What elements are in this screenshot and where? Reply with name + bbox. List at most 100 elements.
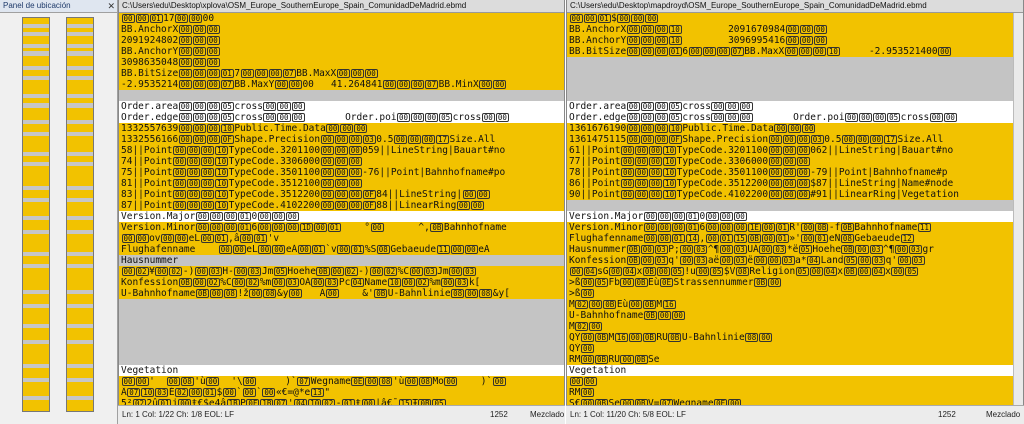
left-line[interactable] [119, 90, 564, 101]
left-line[interactable]: Vegetation [119, 365, 564, 376]
right-line[interactable]: Version.Minor 00 00 00 01 6 00 00 00 1E 00 01 R' 00 0B… [567, 222, 1023, 233]
left-line[interactable] [119, 321, 564, 332]
left-line[interactable]: 00 00 ov 00 00 eL 00 01 ,â 00 01'v [119, 233, 564, 244]
left-line[interactable] [119, 310, 564, 321]
left-line[interactable]: 00 02 ¥00 02 -) 00 03 H- 00 03 Jm 05 Hoehe 0B 00 02 -) 00… [119, 266, 564, 277]
right-file-content[interactable]: 00 00 01 $00 00 00 BB.AnchorX 00 00 00 10 20916709… [567, 13, 1023, 405]
right-line[interactable]: 78||Point 00 00 00 10 TypeCode.3501100 00 00 00-… [567, 167, 1023, 178]
left-line[interactable] [119, 343, 564, 354]
left-line[interactable]: -2.9535214 00 00 00 07 BB.MaxY 00 00 00 41.26484… [119, 79, 564, 90]
left-line[interactable]: BB.BitSize 00 00 00 01 7 00 00 00 07 BB.MaxX 00 00 00 [119, 68, 564, 79]
right-line[interactable]: 90||Point 00 00 00 10 TypeCode.4102200 00 00 00 #… [567, 189, 1023, 200]
right-line[interactable]: Order.area 00 00 00 05 cross 00 00 00 [567, 101, 1023, 112]
left-line[interactable]: 2091924802 00 00 00 [119, 35, 564, 46]
left-line[interactable]: Â 07 10 03 É 02 00 01 $00 ` 00 ` 00 «€=@*e 13 " [119, 387, 564, 398]
control-byte-box: 04 [871, 267, 885, 276]
control-byte-box: 05 [439, 113, 453, 122]
left-line[interactable]: 58||Point 00 00 00 10 TypeCode.3201100 00 00 00 0… [119, 145, 564, 156]
difference-band [67, 268, 93, 290]
right-line[interactable]: QÝ 00 [567, 343, 1023, 354]
control-byte-box: 00 [334, 157, 348, 166]
left-line[interactable]: 87||Point 00 00 00 10 TypeCode.4102200 00 00 00 0… [119, 200, 564, 211]
right-line[interactable]: S€ 00 0B Se 00 0B V= 07 Wegname 0E 00 [567, 398, 1023, 405]
right-line[interactable] [567, 90, 1023, 101]
left-line[interactable]: Flughafenname 00 00 eL 00 00 eÁ 00 01 `v 00 01 %S 08… [119, 244, 564, 255]
left-file-pane[interactable]: C:\Users\edu\Desktop\xplova\OSM_Europe_S… [118, 0, 565, 405]
control-byte-box: 00 [206, 113, 220, 122]
control-byte-box: 00 [320, 201, 334, 210]
close-icon[interactable]: ✕ [107, 0, 115, 12]
control-byte-box: 00 [782, 135, 796, 144]
right-line[interactable]: >ß 00 [567, 288, 1023, 299]
control-byte-box: 00 [206, 47, 220, 56]
left-line[interactable] [119, 299, 564, 310]
left-line[interactable]: BB.AnchorY 00 00 00 [119, 46, 564, 57]
right-line[interactable]: 00 04 sG 00 04 x 0B 00 05 !u 00 05 $V 08 Religion 05 00 0… [567, 266, 1023, 277]
left-line[interactable]: 3098635048 00 00 00 [119, 57, 564, 68]
left-line[interactable]: Order.area 00 00 00 05 cross 00 00 00 [119, 101, 564, 112]
control-byte-box: 00 [768, 135, 782, 144]
right-line[interactable]: QÝ 00 0B M 16 00 0B RÚ 0B U-Bahnlinie 08 00 [567, 332, 1023, 343]
right-line[interactable]: 00 00 01 $00 00 00 [567, 13, 1023, 24]
right-line[interactable]: Hausnummer 0B 00 03 P; 00 03 ^¶ 00 03 UÁ 00 03 *ë 05 Ho… [567, 244, 1023, 255]
left-line[interactable]: Konfession 0B 00 02 %C 00 02 %m 00 03 OÁ 00 03 Pc 04 Na… [119, 277, 564, 288]
right-line[interactable]: 61||Point 00 00 00 10 TypeCode.3201100 00 00 00 0… [567, 145, 1023, 156]
control-byte-box: 00 [206, 102, 220, 111]
control-byte-box: 00 [407, 135, 421, 144]
right-file-pane[interactable]: C:\Users\edu\Desktop\mapdroyd\OSM_Europe… [566, 0, 1024, 405]
left-line[interactable]: 81||Point 00 00 00 10 TypeCode.3512100 00 00 00 [119, 178, 564, 189]
right-line[interactable]: 1361676190 00 00 00 10 Public.Time.Data 00 00 00 [567, 123, 1023, 134]
left-line[interactable]: 1332557639 00 00 00 10 Public.Time.Data 00 00 00 [119, 123, 564, 134]
right-line[interactable]: BB.AnchorY 00 00 00 10 3096995416 00 00 00 [567, 35, 1023, 46]
left-line[interactable]: U-Bahnhofname 0B 00 08 !ž 00 08 &y 00 Á 00 &' 0B U-… [119, 288, 564, 299]
right-line[interactable]: Order.edge 00 00 00 05 cross 00 00 00 Order.poi 0… [567, 112, 1023, 123]
left-line[interactable]: Hausnummer [119, 255, 564, 266]
difference-band [67, 18, 93, 24]
right-line[interactable] [567, 200, 1023, 211]
control-byte-box: 01 [775, 223, 789, 232]
left-line[interactable]: Version.Major 00 00 00 01 0 00 00 00 [119, 211, 564, 222]
left-line[interactable]: 5² 02 2û 01 j 00 ŧ€$e4â 1B P 0F 1B 07 ' 04 10 02-01 ŧ 00 |… [119, 398, 564, 405]
left-line[interactable]: Order.edge 00 00 00 05 cross 00 00 00 Order.poi 0… [119, 112, 564, 123]
location-bar-right-file[interactable] [66, 17, 94, 412]
right-line[interactable]: 86||Point 00 00 00 10 TypeCode.3512200 00 00 00 $… [567, 178, 1023, 189]
left-line[interactable] [119, 354, 564, 365]
right-line[interactable]: BB.BitSize 00 00 00 01 6 00 00 00 07 BB.MaxX 00 00 00… [567, 46, 1023, 57]
right-line[interactable]: BB.AnchorX 00 00 00 10 2091670984 00 00 00 [567, 24, 1023, 35]
left-line[interactable]: BB.AnchorX 00 00 00 [119, 24, 564, 35]
right-line[interactable]: RM 00 [567, 387, 1023, 398]
left-line[interactable]: 83||Point 00 00 00 10 TypeCode.3512200 00 00 00 0… [119, 189, 564, 200]
left-line[interactable]: 75||Point 00 00 00 10 TypeCode.3501100 00 00 00-… [119, 167, 564, 178]
left-line[interactable]: 00 00 ' 00 08'ù 00 '\ 00 )` 07 Wegname 0E 00 08'ù 0… [119, 376, 564, 387]
control-byte-box: 01 [214, 234, 228, 243]
left-file-content[interactable]: 00 00 01 17 00 00 00 BB.AnchorX 00 00 00 2091924802… [119, 13, 564, 405]
right-line[interactable]: RM 00 0B RÚ 00 0B Se [567, 354, 1023, 365]
right-line[interactable]: 1361475115 00 00 00 0F Shape.Precision 00 00 00 0… [567, 134, 1023, 145]
left-line[interactable]: 00 00 01 17 00 00 00 [119, 13, 564, 24]
right-line[interactable]: Version.Major 00 00 00 01 0 00 00 00 [567, 211, 1023, 222]
left-line[interactable]: 74||Point 00 00 00 10 TypeCode.3306000 00 00 00 [119, 156, 564, 167]
control-byte-box: 0B [642, 267, 656, 276]
difference-band [67, 156, 93, 162]
right-line[interactable] [567, 68, 1023, 79]
left-line[interactable] [119, 332, 564, 343]
control-byte-box: 01 [327, 223, 341, 232]
control-byte-box: 00 [348, 135, 362, 144]
left-line[interactable]: 1332556166 00 00 00 0F Shape.Precision 00 00 00 0… [119, 134, 564, 145]
right-line[interactable]: >ß 00 05 Fb 00 0B Eù 0E Strassennummer 0B 00 [567, 277, 1023, 288]
right-line[interactable]: 77||Point 00 00 00 10 TypeCode.3306000 00 00 00 [567, 156, 1023, 167]
control-byte-box: 00 [393, 135, 407, 144]
difference-band [23, 328, 49, 340]
right-line[interactable]: Konfession 0B 00 03 q' 00 03 aë 00 03 ë 00 00 03 a* 04 L… [567, 255, 1023, 266]
right-line[interactable]: Flughafenname 00 00 01 14, 00 01 15 0B 00 01 »' 00 01… [567, 233, 1023, 244]
right-line[interactable]: M 02 00 0B Eù 00 0B M 16 [567, 299, 1023, 310]
right-line[interactable]: Vegetation [567, 365, 1023, 376]
right-line[interactable]: 00 00 [567, 376, 1023, 387]
left-line[interactable]: Version.Minor 00 00 00 01 6 00 00 00 1D 00 01 ° 00 ^… [119, 222, 564, 233]
right-line[interactable]: U-Bahnhofname 0B 00 00 [567, 310, 1023, 321]
right-line[interactable]: M 02 00 [567, 321, 1023, 332]
right-line[interactable] [567, 79, 1023, 90]
vertical-scrollbar[interactable] [1013, 13, 1023, 405]
right-line[interactable] [567, 57, 1023, 68]
location-bar-left-file[interactable] [22, 17, 50, 412]
